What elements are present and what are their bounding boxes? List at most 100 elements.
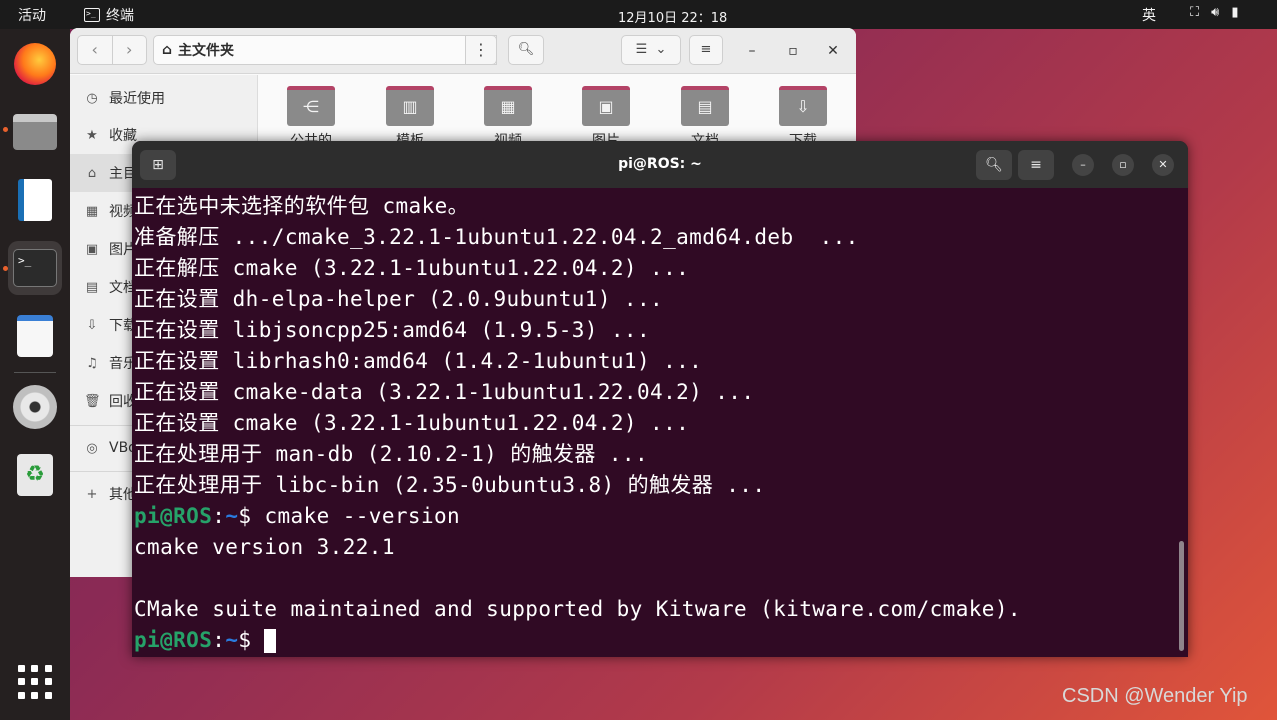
folder-public[interactable]: ⋲ — [287, 82, 335, 126]
terminal-line: 正在设置 libjsoncpp25:amd64 (1.9.5-3) ... — [134, 318, 651, 342]
main-menu-button[interactable]: ≡ — [689, 35, 723, 65]
share-icon: ⋲ — [287, 86, 335, 126]
terminal-window[interactable]: ⊞ pi@ROS: ~ 🔍︎ ≡ – ▫ ✕ 正在选中未选择的软件包 cmake… — [132, 141, 1188, 657]
folder-documents[interactable]: ▤ — [681, 82, 729, 126]
dock-separator — [14, 372, 56, 373]
download-icon: ⇩ — [779, 86, 827, 126]
terminal-header: ⊞ pi@ROS: ~ 🔍︎ ≡ – ▫ ✕ — [132, 141, 1188, 188]
dock: >_ ♻ — [0, 29, 70, 720]
back-button[interactable]: ‹ — [78, 36, 112, 64]
volume-icon: 🔊︎ — [1211, 5, 1220, 20]
command-text: cmake --version — [264, 504, 461, 528]
template-icon: ▥ — [386, 86, 434, 126]
terminal-line: 正在设置 cmake (3.22.1-1ubuntu1.22.04.2) ... — [134, 411, 690, 435]
power-icon: ▮ — [1231, 5, 1239, 20]
search-button[interactable]: 🔍︎ — [508, 35, 544, 65]
system-menu[interactable]: ⛶ 🔊︎ ▮ — [1190, 5, 1238, 20]
prompt-path: ~ — [225, 628, 239, 652]
folder-templates[interactable]: ▥ — [386, 82, 434, 126]
terminal-icon: >_ — [13, 249, 57, 287]
terminal-line: 正在解压 cmake (3.22.1-1ubuntu1.22.04.2) ... — [134, 256, 690, 280]
terminal-line: cmake version 3.22.1 — [134, 535, 395, 559]
network-icon: ⛶ — [1190, 5, 1200, 20]
clock[interactable]: 12月10日 22：18 — [618, 7, 727, 26]
terminal-icon: >_ — [84, 8, 100, 22]
list-view-icon: ☰ ⌄ — [635, 42, 667, 57]
image-icon: ▣ — [85, 241, 99, 257]
download-icon: ⇩ — [86, 317, 98, 333]
terminal-scrollbar[interactable] — [1179, 541, 1184, 651]
film-icon: ▦ — [85, 203, 99, 219]
prompt-user: pi@ROS — [134, 504, 213, 528]
dock-dvd[interactable] — [8, 380, 62, 434]
terminal-minimize-button[interactable]: – — [1072, 154, 1094, 176]
text-editor-icon — [17, 315, 53, 357]
home-icon: ⌂ — [87, 165, 97, 181]
activities-button[interactable]: 活动 — [18, 5, 46, 25]
hamburger-icon: ≡ — [1030, 157, 1042, 173]
hamburger-icon: ≡ — [700, 42, 712, 57]
show-apps-icon[interactable] — [18, 665, 52, 699]
path-label: 主文件夹 — [178, 43, 235, 59]
dock-terminal[interactable]: >_ — [8, 241, 62, 295]
terminal-maximize-button[interactable]: ▫ — [1112, 154, 1134, 176]
prompt-separator: : — [212, 628, 226, 652]
terminal-search-button[interactable]: 🔍︎ — [976, 150, 1012, 180]
dock-trash[interactable]: ♻ — [8, 448, 62, 502]
disc-icon: ◎ — [86, 440, 98, 456]
trash-icon: 🗑︎ — [84, 393, 101, 409]
files-icon — [13, 114, 57, 150]
star-icon: ★ — [86, 127, 98, 143]
minimize-button[interactable]: – — [740, 39, 764, 63]
terminal-close-button[interactable]: ✕ — [1152, 154, 1174, 176]
terminal-menu-button[interactable]: ≡ — [1018, 150, 1054, 180]
input-method-indicator[interactable]: 英 — [1142, 5, 1156, 25]
dock-text-editor[interactable] — [8, 309, 62, 363]
prompt-path: ~ — [225, 504, 239, 528]
document-icon: ▤ — [85, 279, 99, 295]
dock-files[interactable] — [8, 105, 62, 159]
search-icon: 🔍︎ — [985, 157, 1003, 173]
dock-writer[interactable] — [8, 173, 62, 227]
terminal-line: 正在处理用于 libc-bin (2.35-0ubuntu3.8) 的触发器 .… — [134, 473, 766, 497]
dock-firefox[interactable] — [8, 37, 62, 91]
dvd-icon — [13, 385, 57, 429]
close-button[interactable]: ✕ — [821, 39, 845, 63]
watermark: CSDN @Wender Yip — [1062, 685, 1248, 707]
app-name: 终端 — [106, 8, 134, 24]
forward-button[interactable]: › — [111, 36, 147, 64]
maximize-button[interactable]: ▫ — [781, 39, 805, 63]
file-manager-header: ‹ › ⌂ 主文件夹 ⋮ 🔍︎ ☰ ⌄ ≡ – ▫ ✕ — [70, 28, 856, 74]
prompt-symbol: $ — [238, 628, 265, 652]
document-icon: ▤ — [681, 86, 729, 126]
terminal-line: CMake suite maintained and supported by … — [134, 597, 1021, 621]
path-bar[interactable]: ⌂ 主文件夹 — [153, 35, 497, 65]
plus-icon: + — [86, 486, 98, 502]
text-cursor — [264, 629, 277, 653]
sidebar-item-label: 最近使用 — [109, 91, 165, 107]
music-icon: ♫ — [86, 355, 98, 371]
prompt-separator: : — [212, 504, 226, 528]
terminal-line: 正在设置 dh-elpa-helper (2.0.9ubuntu1) ... — [134, 287, 664, 311]
prompt-user: pi@ROS — [134, 628, 213, 652]
app-menu[interactable]: >_ 终端 — [84, 5, 134, 25]
terminal-output[interactable]: 正在选中未选择的软件包 cmake。 准备解压 .../cmake_3.22.1… — [134, 191, 1174, 655]
folder-pictures[interactable]: ▣ — [582, 82, 630, 126]
folder-videos[interactable]: ▦ — [484, 82, 532, 126]
folder-downloads[interactable]: ⇩ — [779, 82, 827, 126]
sidebar-item-recent[interactable]: ◷ 最近使用 — [70, 79, 258, 117]
home-icon: ⌂ — [162, 42, 173, 58]
image-icon: ▣ — [582, 86, 630, 126]
path-menu-button[interactable]: ⋮ — [465, 35, 497, 65]
view-toggle[interactable]: ☰ ⌄ — [621, 35, 681, 65]
film-icon: ▦ — [484, 86, 532, 126]
libreoffice-writer-icon — [18, 179, 52, 221]
terminal-line: 正在选中未选择的软件包 cmake。 — [134, 194, 470, 218]
firefox-icon — [14, 43, 56, 85]
prompt-symbol: $ — [238, 504, 265, 528]
history-nav: ‹ › — [77, 35, 147, 65]
terminal-line: 正在设置 cmake-data (3.22.1-1ubuntu1.22.04.2… — [134, 380, 755, 404]
trash-icon: ♻ — [17, 454, 53, 496]
search-icon: 🔍︎ — [517, 42, 535, 57]
